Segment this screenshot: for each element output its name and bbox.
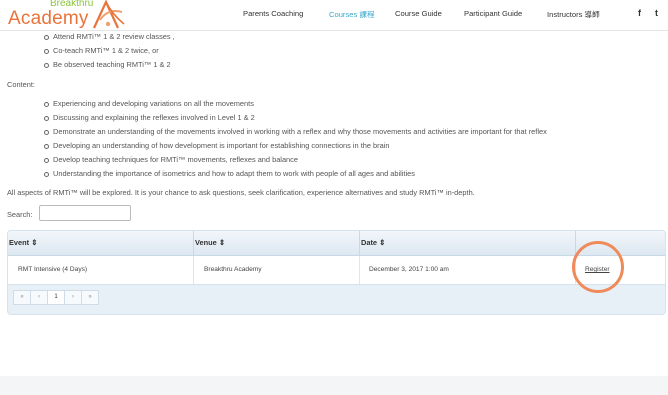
content-item: Develop teaching techniques for RMTi™ mo… — [53, 155, 298, 164]
twitter-icon[interactable]: t — [655, 8, 658, 18]
logo-mark-icon — [93, 0, 125, 29]
content-item: Experiencing and developing variations o… — [53, 99, 254, 108]
sort-icon: ⇕ — [31, 238, 38, 247]
pagination-first-button[interactable]: « — [13, 290, 31, 305]
column-divider — [575, 256, 576, 284]
facebook-icon[interactable]: f — [638, 8, 641, 18]
list-bullet — [44, 49, 49, 54]
column-header-label: Date — [361, 238, 378, 247]
requirement-item: Be observed teaching RMTi™ 1 & 2 — [53, 60, 171, 69]
site-header: Breakthru Academy Parents Coaching Cours… — [0, 0, 668, 31]
column-header-label: Venue — [195, 238, 217, 247]
sort-icon: ⇕ — [379, 238, 386, 247]
column-header-event[interactable]: Event ⇕ — [9, 238, 37, 247]
page-footer — [0, 376, 668, 395]
table-header: Event ⇕ Venue ⇕ Date ⇕ — [8, 231, 665, 256]
list-bullet — [44, 130, 49, 135]
pagination-next-button[interactable]: › — [64, 290, 82, 305]
cell-event: RMT Intensive (4 Days) — [18, 266, 88, 273]
column-header-date[interactable]: Date ⇕ — [361, 238, 385, 247]
content-item: Demonstrate an understanding of the move… — [53, 127, 547, 136]
pagination-page-button[interactable]: 1 — [47, 290, 65, 305]
pagination-prev-button[interactable]: ‹ — [30, 290, 48, 305]
register-link[interactable]: Register — [585, 266, 610, 273]
list-bullet — [44, 102, 49, 107]
list-bullet — [44, 172, 49, 177]
list-bullet — [44, 63, 49, 68]
nav-courses[interactable]: Courses 課程 — [329, 9, 375, 20]
content-heading: Content: — [7, 80, 35, 89]
column-header-label: Event — [9, 238, 30, 247]
search-input[interactable] — [39, 205, 131, 221]
summary-text: All aspects of RMTi™ will be explored. I… — [7, 188, 475, 197]
site-logo[interactable]: Breakthru Academy — [6, 0, 126, 30]
nav-instructors[interactable]: Instructors 導師 — [547, 9, 600, 20]
nav-parents-coaching[interactable]: Parents Coaching — [243, 9, 303, 18]
nav-course-guide[interactable]: Course Guide — [395, 9, 442, 18]
events-table: Event ⇕ Venue ⇕ Date ⇕ RMT Intensive (4 … — [7, 230, 666, 315]
column-divider — [359, 256, 360, 284]
list-bullet — [44, 116, 49, 121]
table-row: RMT Intensive (4 Days) Breakthru Academy… — [8, 256, 665, 285]
pagination: « ‹ 1 › » — [13, 290, 99, 305]
sort-icon: ⇕ — [218, 238, 226, 247]
content-item: Developing an understanding of how devel… — [53, 141, 390, 150]
cell-venue: Breakthru Academy — [204, 266, 262, 273]
column-divider — [575, 231, 576, 255]
list-bullet — [44, 144, 49, 149]
column-header-venue[interactable]: Venue ⇕ — [195, 238, 225, 247]
list-bullet — [44, 158, 49, 163]
cell-date: December 3, 2017 1:00 am — [369, 266, 449, 273]
column-divider — [193, 256, 194, 284]
column-divider — [193, 231, 194, 255]
search-label: Search: — [7, 210, 33, 219]
content-item: Understanding the importance of isometri… — [53, 169, 415, 178]
list-bullet — [44, 35, 49, 40]
nav-participant-guide[interactable]: Participant Guide — [464, 9, 522, 18]
requirement-item: Co-teach RMTi™ 1 & 2 twice, or — [53, 46, 159, 55]
pagination-last-button[interactable]: » — [81, 290, 99, 305]
column-divider — [359, 231, 360, 255]
logo-main-text: Academy — [8, 8, 89, 29]
content-item: Discussing and explaining the reflexes i… — [53, 113, 255, 122]
